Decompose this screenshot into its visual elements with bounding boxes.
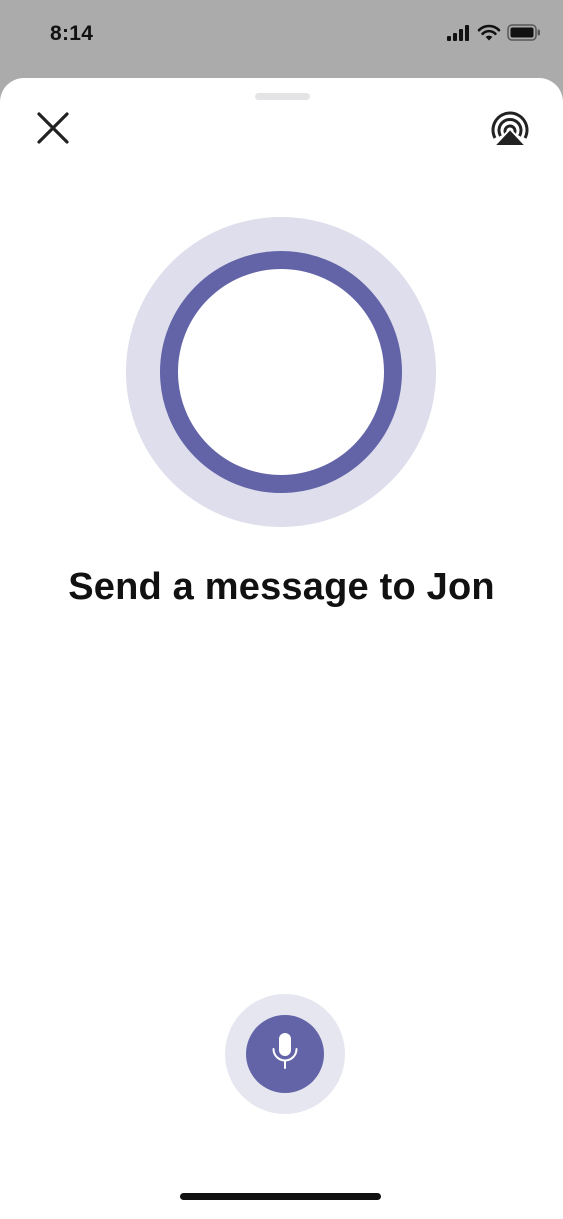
cellular-signal-icon <box>447 24 471 46</box>
listening-ring-inner <box>160 251 402 493</box>
airplay-button[interactable] <box>484 108 536 156</box>
airplay-icon <box>487 109 533 156</box>
sheet-grabber[interactable] <box>255 93 310 100</box>
status-time: 8:14 <box>50 22 94 45</box>
home-indicator <box>180 1193 381 1200</box>
close-icon <box>36 111 70 150</box>
status-bar: 8:14 <box>0 0 563 72</box>
status-icons <box>447 24 541 46</box>
mic-button-halo <box>225 994 345 1114</box>
voice-prompt: Send a message to Jon <box>68 566 495 608</box>
close-button[interactable] <box>30 110 76 150</box>
battery-icon <box>507 24 541 46</box>
listening-indicator <box>126 217 436 527</box>
voice-sheet: Send a message to Jon <box>0 78 563 1219</box>
wifi-icon <box>477 24 501 46</box>
microphone-button[interactable] <box>246 1015 324 1093</box>
microphone-icon <box>271 1032 299 1077</box>
